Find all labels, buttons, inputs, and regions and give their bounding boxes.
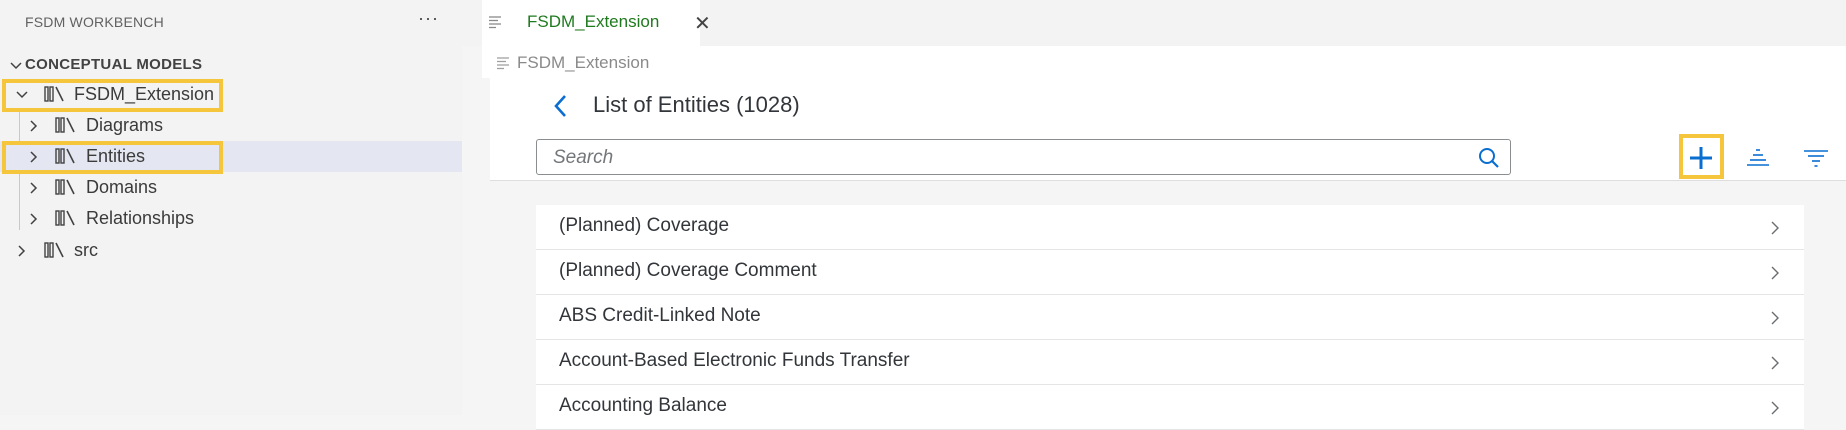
list-item-label: (Planned) Coverage <box>559 215 730 236</box>
list-item[interactable]: Accounting Balance <box>536 385 1804 430</box>
explorer-sidebar: FSDM WORKBENCH ··· CONCEPTUAL MODELS FSD… <box>0 0 462 415</box>
list-item-label: Accounting Balance <box>559 395 727 416</box>
back-icon[interactable] <box>551 92 571 120</box>
library-icon <box>55 210 75 226</box>
search-input[interactable] <box>551 146 1455 170</box>
tree-item-label: Entities <box>86 146 146 166</box>
chevron-right-icon <box>30 151 38 163</box>
tab-fsdm-extension[interactable]: FSDM_Extension ✕ <box>482 0 711 46</box>
chevron-right-icon <box>30 120 38 132</box>
breadcrumb-item[interactable]: FSDM_Extension <box>517 53 649 73</box>
list-item-label: ABS Credit-Linked Note <box>559 305 761 326</box>
tab-label: FSDM_Extension <box>527 12 660 31</box>
sort-icon[interactable] <box>1740 140 1776 176</box>
more-actions-button[interactable]: ··· <box>418 8 439 29</box>
library-icon <box>55 148 75 164</box>
library-icon <box>55 179 75 195</box>
chevron-right-icon <box>30 213 38 225</box>
tree-item-entities[interactable]: Entities <box>0 141 462 172</box>
list-item[interactable]: Account-Based Electronic Funds Transfer <box>536 340 1804 385</box>
section-title: CONCEPTUAL MODELS <box>25 56 203 73</box>
tree-item-domains[interactable]: Domains <box>0 172 462 203</box>
chevron-down-icon <box>10 62 22 70</box>
library-icon <box>44 86 64 102</box>
tree-item-label: Domains <box>86 177 158 197</box>
section-conceptual-models[interactable]: CONCEPTUAL MODELS <box>0 54 462 80</box>
list-item[interactable]: (Planned) Coverage Comment <box>536 250 1804 295</box>
list-item[interactable]: (Planned) Coverage <box>536 205 1804 250</box>
chevron-right-icon <box>30 182 38 194</box>
sidebar-title: FSDM WORKBENCH <box>25 14 164 30</box>
page-header: List of Entities (1028) <box>490 78 1846 181</box>
chevron-right-icon <box>1771 221 1779 235</box>
chevron-right-icon <box>1771 401 1779 415</box>
filter-icon[interactable] <box>1798 140 1834 176</box>
search-field[interactable] <box>536 139 1511 175</box>
page-title: List of Entities (1028) <box>593 92 800 117</box>
editor-tab-bar: FSDM_Extension ✕ <box>462 0 1846 46</box>
tree-item-diagrams[interactable]: Diagrams <box>0 110 462 141</box>
chevron-right-icon <box>1771 356 1779 370</box>
tree-item-label: src <box>74 240 98 260</box>
tree-item-src[interactable]: src <box>0 235 462 266</box>
tree-item-label: Relationships <box>86 208 195 228</box>
search-icon[interactable] <box>1478 147 1500 169</box>
add-icon[interactable] <box>1683 140 1719 176</box>
tree-item-relationships[interactable]: Relationships <box>0 203 462 234</box>
chevron-right-icon <box>18 245 26 257</box>
library-icon <box>55 117 75 133</box>
chevron-right-icon <box>1771 311 1779 325</box>
chevron-right-icon <box>1771 266 1779 280</box>
close-icon[interactable]: ✕ <box>694 11 711 36</box>
chevron-down-icon <box>16 91 28 99</box>
list-item-label: Account-Based Electronic Funds Transfer <box>559 350 910 371</box>
breadcrumb: FSDM_Extension <box>482 46 1846 78</box>
library-icon <box>44 242 64 258</box>
file-icon <box>497 57 509 70</box>
tree-item-label: Diagrams <box>86 115 164 135</box>
list-item-label: (Planned) Coverage Comment <box>559 260 817 281</box>
tree-item-fsdm-extension[interactable]: FSDM_Extension <box>0 79 462 110</box>
tree-item-label: FSDM_Extension <box>74 84 215 104</box>
list-item[interactable]: ABS Credit-Linked Note <box>536 295 1804 340</box>
file-icon <box>489 16 501 29</box>
